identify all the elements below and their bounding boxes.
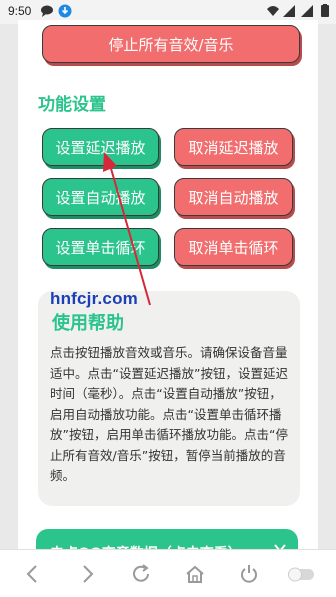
help-card: 使用帮助 hnfcjr.com 点击按钮播放音效或音乐。请确保设备音量适中。点击… [38,289,300,506]
forward-icon[interactable] [76,563,98,585]
cancel-delay-button[interactable]: 取消延迟播放 [174,128,293,166]
download-icon [58,4,72,18]
home-icon[interactable] [184,563,206,585]
refresh-icon[interactable] [130,563,152,585]
back-icon[interactable] [22,563,44,585]
set-loop-button[interactable]: 设置单击循环 [42,228,159,266]
signal-icon-2 [301,5,313,17]
help-text: 点击按钮播放音效或音乐。请确保设备音量适中。点击“设置延迟播放”按钮，设置延迟时… [50,345,288,483]
stop-all-button[interactable]: 停止所有音效/音乐 [42,25,300,63]
cancel-auto-button[interactable]: 取消自动播放 [174,178,293,216]
set-delay-button[interactable]: 设置延迟播放 [42,128,159,166]
wifi-icon [267,6,279,16]
power-icon[interactable] [238,563,260,585]
battery-icon [321,4,329,17]
signal-icon [283,5,295,17]
section-title: 功能设置 [38,95,106,115]
toggle-icon[interactable] [286,563,316,585]
content-card: 停止所有音效/音乐 功能设置 设置延迟播放 取消延迟播放 设置自动播放 取消自动… [18,20,318,557]
help-title: 使用帮助 [52,313,124,334]
status-time: 9:50 [8,4,32,18]
watermark-text: hnfcjr.com [50,289,138,308]
cancel-loop-button[interactable]: 取消单击循环 [174,228,293,266]
browser-nav-bar [0,549,336,597]
set-auto-button[interactable]: 设置自动播放 [42,178,159,216]
chat-bubble-icon [41,5,53,17]
